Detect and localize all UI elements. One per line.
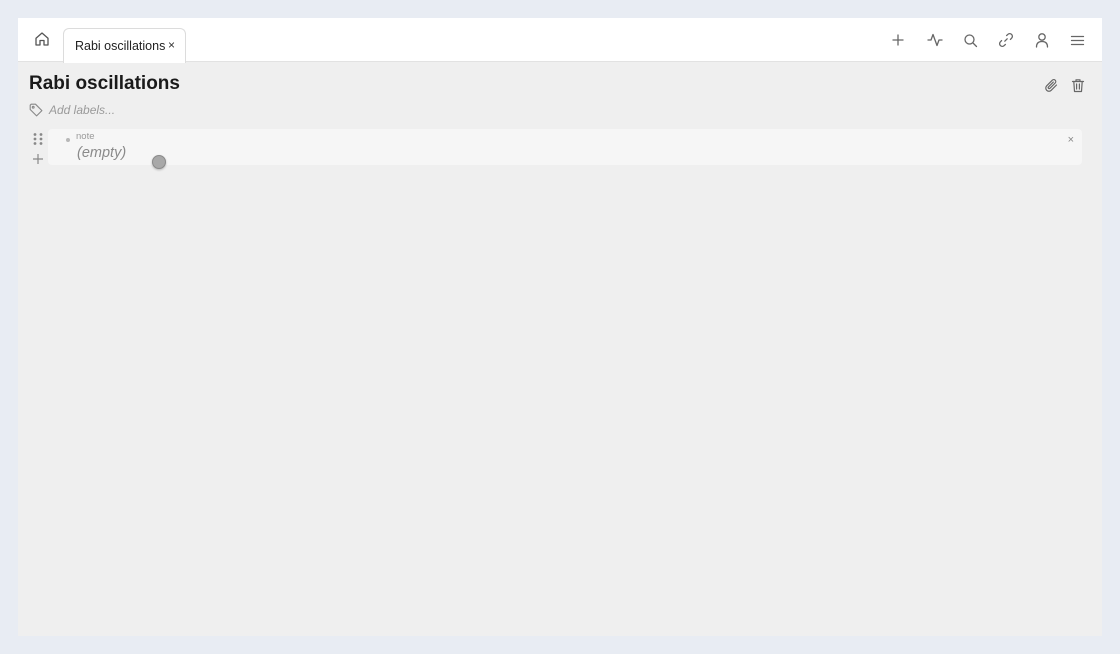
block-type-label: note [76,131,95,142]
note-block[interactable]: note (empty) × [48,129,1082,165]
account-button[interactable] [1032,30,1052,50]
labels-placeholder: Add labels... [49,103,116,117]
menu-icon [1070,35,1084,45]
labels-field[interactable]: Add labels... [29,101,115,119]
user-icon [1035,33,1049,48]
tab-rabi-oscillations[interactable]: Rabi oscillations × [63,28,186,63]
new-note-button[interactable] [888,30,908,50]
tab-close-button[interactable]: × [168,38,175,52]
top-bar: Rabi oscillations × [18,18,1102,63]
remove-block-button[interactable]: × [1068,134,1074,146]
block-drag-handle[interactable] [32,132,44,146]
link-button[interactable] [996,30,1016,50]
main-menu-button[interactable] [1067,30,1087,50]
add-block-button[interactable] [32,152,44,164]
block-resize-handle[interactable] [152,155,166,169]
home-button[interactable] [32,29,52,49]
attach-button[interactable] [1042,76,1060,94]
delete-note-button[interactable] [1069,76,1087,94]
block-content[interactable]: (empty) [77,145,126,161]
tag-icon [29,103,43,117]
link-icon [998,32,1014,48]
activity-button[interactable] [925,30,945,50]
tab-label: Rabi oscillations [75,39,166,53]
search-button[interactable] [960,30,980,50]
activity-icon [927,33,943,47]
home-icon [35,32,49,46]
search-icon [963,33,977,47]
plus-icon [892,34,904,46]
plus-icon [33,154,43,164]
drag-handle-icon [33,133,43,145]
app-window: Rabi oscillations × Rabi oscillations Ad… [18,18,1102,636]
paperclip-icon [1044,78,1057,92]
block-type-dot [66,138,70,142]
page-title[interactable]: Rabi oscillations [29,73,180,95]
trash-icon [1071,78,1085,92]
